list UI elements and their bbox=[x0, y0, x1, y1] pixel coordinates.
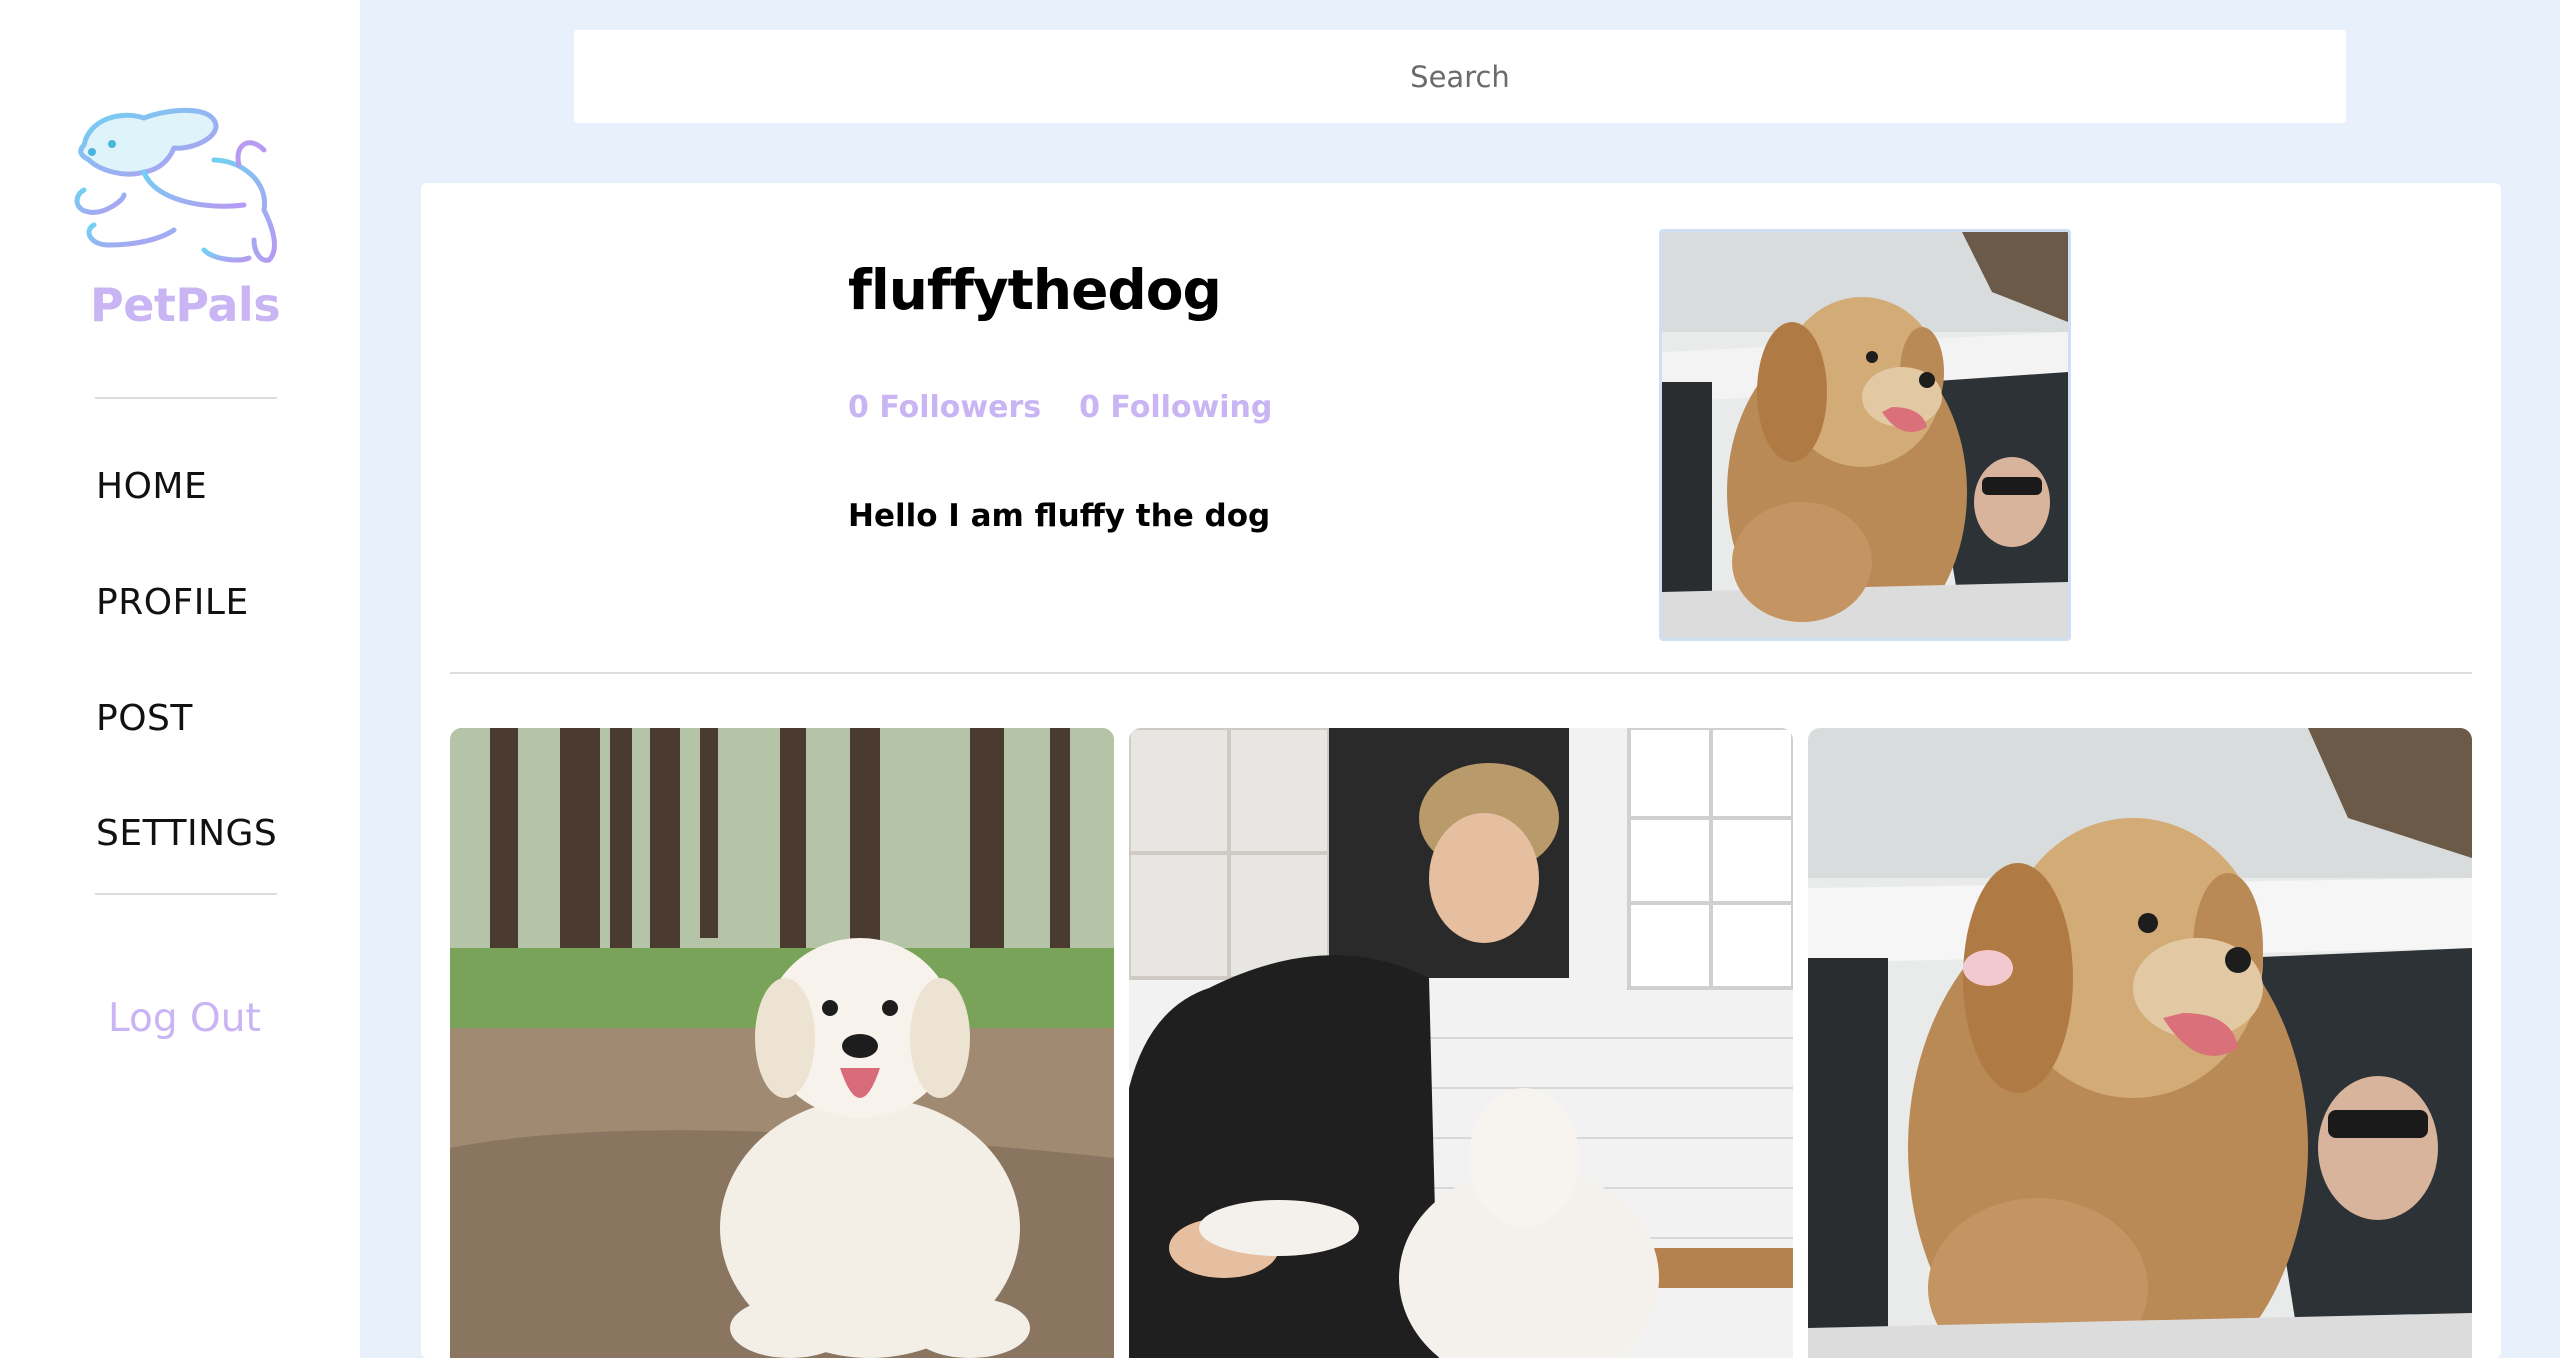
profile-avatar[interactable] bbox=[1659, 229, 2071, 641]
profile-card: fluffythedog 0 Followers 0 Following Hel… bbox=[421, 183, 2501, 1358]
profile-divider bbox=[450, 672, 2472, 674]
man-with-dog-kitchen-image bbox=[1129, 728, 1793, 1358]
petpals-logo[interactable]: PetPals bbox=[64, 100, 294, 340]
post-photo-3[interactable] bbox=[1808, 728, 2472, 1358]
white-dog-forest-image bbox=[450, 728, 1114, 1358]
sidebar-item-home[interactable]: HOME bbox=[96, 466, 207, 507]
followers-link[interactable]: 0 Followers bbox=[848, 390, 1041, 425]
profile-stats: 0 Followers 0 Following bbox=[848, 390, 1272, 425]
following-link[interactable]: 0 Following bbox=[1079, 390, 1272, 425]
profile-bio: Hello I am fluffy the dog bbox=[848, 498, 1271, 534]
dog-logo-icon bbox=[74, 107, 277, 263]
search-input[interactable] bbox=[574, 30, 2346, 123]
sidebar-item-settings[interactable]: SETTINGS bbox=[96, 813, 277, 854]
golden-dog-car-image bbox=[1808, 728, 2472, 1358]
sidebar-item-post[interactable]: POST bbox=[96, 698, 193, 739]
golden-dog-avatar-image bbox=[1662, 232, 2068, 638]
post-photo-2[interactable] bbox=[1129, 728, 1793, 1358]
profile-username: fluffythedog bbox=[848, 258, 1222, 322]
sidebar-item-profile[interactable]: PROFILE bbox=[96, 582, 249, 623]
brand-name: PetPals bbox=[90, 278, 281, 332]
sidebar-divider-top bbox=[95, 397, 277, 399]
logout-button[interactable]: Log Out bbox=[108, 996, 261, 1041]
post-photo-1[interactable] bbox=[450, 728, 1114, 1358]
sidebar: PetPals HOME PROFILE POST SETTINGS Log O… bbox=[0, 0, 360, 1358]
sidebar-divider-bottom bbox=[95, 893, 277, 895]
